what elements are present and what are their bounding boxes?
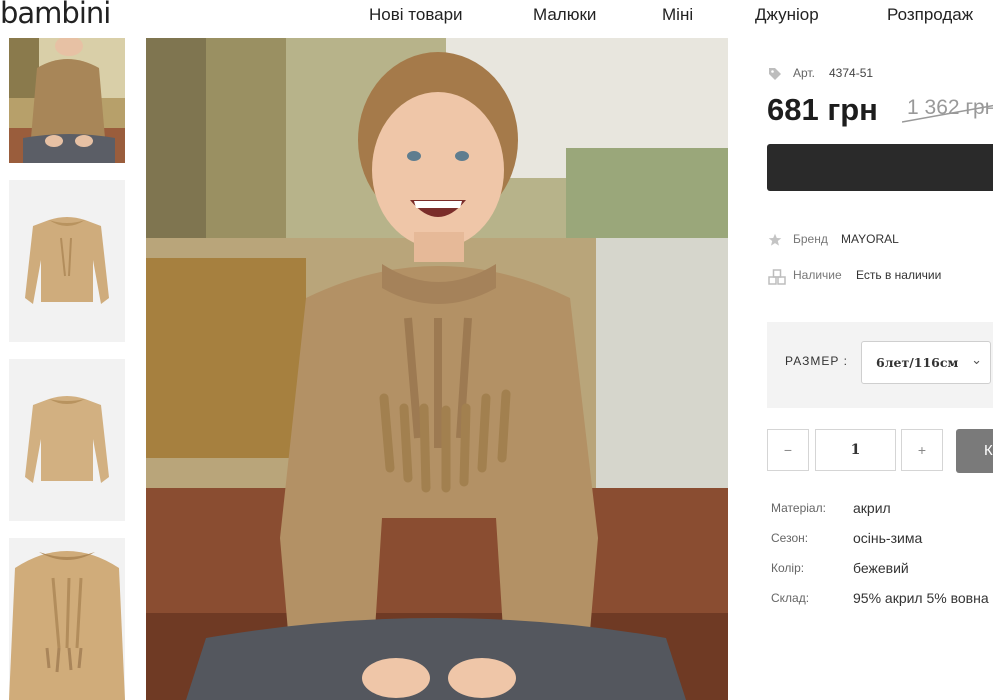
article-label: Арт. xyxy=(793,66,815,80)
spec-material-value: акрил xyxy=(853,500,891,516)
current-price: 681 грн xyxy=(767,92,878,127)
nav-mini[interactable]: Міні xyxy=(662,5,693,25)
spec-season-label: Сезон: xyxy=(771,531,809,545)
site-header: bambini Нові товари Малюки Міні Джуніор … xyxy=(0,0,993,38)
thumbnail-sweater-back[interactable] xyxy=(9,359,125,521)
nav-junior[interactable]: Джуніор xyxy=(755,5,819,25)
brand-label: Бренд xyxy=(793,232,828,246)
spec-season-value: осінь-зима xyxy=(853,530,923,546)
size-selected-value: 6лет/116см xyxy=(876,355,959,370)
quantity-decrease-button[interactable]: − xyxy=(767,429,809,471)
nav-sale[interactable]: Розпродаж xyxy=(887,5,973,25)
availability-status: Есть в наличии xyxy=(856,268,942,282)
tag-icon xyxy=(768,67,782,86)
article-number: 4374-51 xyxy=(829,66,874,80)
size-select[interactable]: 6лет/116см ⌄ xyxy=(861,341,991,384)
spec-composition-value: 95% акрил 5% вовна xyxy=(853,590,989,606)
quantity-increase-button[interactable]: + xyxy=(901,429,943,471)
thumbnail-sweater-detail[interactable] xyxy=(9,538,125,700)
spec-composition-label: Склад: xyxy=(771,591,810,605)
boxes-icon xyxy=(768,269,786,290)
quantity-input[interactable]: 1 xyxy=(815,429,896,471)
old-price-strikethrough xyxy=(902,104,993,123)
availability-label: Наличие xyxy=(793,268,842,282)
spec-material-label: Матеріал: xyxy=(771,501,826,515)
star-icon xyxy=(768,233,782,252)
chevron-down-icon: ⌄ xyxy=(971,352,982,367)
nav-new-products[interactable]: Нові товари xyxy=(369,5,463,25)
nav-babies[interactable]: Малюки xyxy=(533,5,596,25)
add-to-cart-button[interactable]: К xyxy=(956,429,993,473)
buy-button[interactable] xyxy=(767,144,993,191)
size-label: РАЗМЕР : xyxy=(785,354,848,368)
thumbnail-photo[interactable] xyxy=(9,38,125,163)
spec-color-label: Колір: xyxy=(771,561,805,575)
spec-color-value: бежевий xyxy=(853,560,909,576)
thumbnail-sweater-front[interactable] xyxy=(9,180,125,342)
site-logo[interactable]: bambini xyxy=(0,0,111,30)
brand-value[interactable]: MAYORAL xyxy=(841,232,899,246)
main-product-image[interactable] xyxy=(146,38,728,700)
